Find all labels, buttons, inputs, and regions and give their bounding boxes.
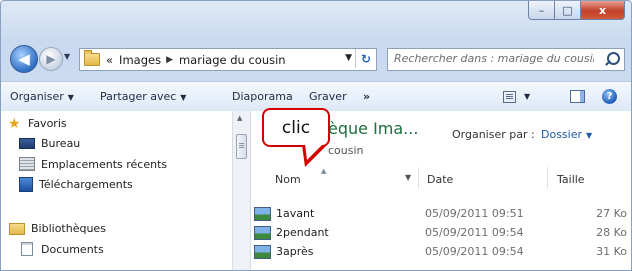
downloads-icon — [19, 177, 33, 192]
breadcrumb-images[interactable]: Images — [119, 53, 161, 67]
more-commands-button[interactable]: » — [363, 90, 370, 103]
slideshow-button[interactable]: Diaporama — [232, 90, 293, 103]
arrange-by-dropdown[interactable]: Dossier ▼ — [541, 128, 592, 141]
breadcrumb-current[interactable]: mariage du cousin — [179, 53, 286, 67]
nav-item-downloads[interactable]: Téléchargements — [19, 177, 133, 192]
nav-label: Emplacements récents — [41, 157, 168, 171]
recent-pages-dropdown[interactable]: ▼ — [64, 52, 70, 61]
file-date: 05/09/2011 09:54 — [425, 245, 524, 258]
nav-item-libraries[interactable]: Bibliothèques — [9, 222, 106, 235]
views-dropdown[interactable]: ▼ — [524, 92, 530, 101]
chevron-down-icon: ▼ — [586, 131, 593, 140]
recent-places-icon — [19, 157, 35, 171]
views-icon[interactable] — [503, 91, 516, 103]
libraries-icon — [9, 222, 25, 235]
image-file-icon — [254, 207, 271, 221]
nav-item-favorites[interactable]: ★ Favoris — [8, 115, 67, 132]
nav-item-recent[interactable]: Emplacements récents — [19, 157, 167, 171]
image-file-icon — [254, 245, 271, 259]
column-divider[interactable] — [547, 167, 548, 189]
help-icon[interactable]: ? — [602, 89, 617, 104]
file-size: 28 Ko — [596, 226, 627, 239]
file-size: 31 Ko — [596, 245, 627, 258]
file-size: 27 Ko — [596, 207, 627, 220]
share-button[interactable]: Partager avec ▼ — [100, 90, 186, 103]
pane-scrollbar[interactable]: ▲ — [232, 111, 251, 270]
address-bar[interactable]: « Images ▶ mariage du cousin ▼ ↻ — [79, 48, 377, 71]
nav-label: Bureau — [41, 137, 81, 150]
nav-label: Bibliothèques — [31, 222, 106, 235]
minimize-button[interactable]: – — [528, 1, 555, 20]
image-file-icon — [254, 226, 271, 240]
library-subtitle: cousin — [328, 144, 364, 157]
caption-buttons: – □ x — [528, 1, 625, 21]
click-callout: clic — [262, 108, 330, 147]
file-name: 1avant — [276, 207, 315, 220]
refresh-icon[interactable]: ↻ — [355, 49, 376, 68]
nav-label: Favoris — [28, 117, 67, 130]
file-name: 2pendant — [276, 226, 329, 239]
share-label: Partager avec — [100, 90, 177, 103]
address-dropdown[interactable]: ▼ — [345, 53, 352, 63]
search-box[interactable] — [387, 48, 625, 71]
star-icon: ★ — [8, 115, 21, 132]
nav-item-desktop[interactable]: Bureau — [19, 137, 80, 150]
library-title: èque Ima... — [328, 119, 419, 138]
chevron-down-icon: ▼ — [67, 93, 74, 102]
callout-pointer-fill — [305, 144, 323, 160]
nav-label: Documents — [41, 242, 104, 256]
file-date: 05/09/2011 09:51 — [425, 207, 524, 220]
arrange-by-label: Organiser par : — [452, 128, 535, 141]
breadcrumb-overflow[interactable]: « — [106, 53, 113, 67]
file-row[interactable]: 1avant 05/09/2011 09:51 27 Ko — [250, 204, 631, 223]
desktop-icon — [19, 138, 35, 149]
address-row: ◀ ▶ ▼ « Images ▶ mariage du cousin ▼ ↻ — [1, 41, 631, 75]
sort-ascending-icon: ▲ — [321, 167, 327, 175]
forward-arrow-icon[interactable]: ▶ — [39, 47, 63, 71]
column-header-size[interactable]: Taille — [557, 173, 585, 186]
organize-label: Organiser — [10, 90, 64, 103]
close-button[interactable]: x — [581, 1, 625, 20]
back-arrow-icon[interactable]: ◀ — [10, 45, 38, 73]
column-header-name[interactable]: Nom — [275, 173, 301, 186]
search-input[interactable] — [388, 49, 594, 68]
file-name: 3après — [276, 245, 314, 258]
navigation-pane: ★ Favoris Bureau Emplacements récents Té… — [1, 111, 232, 270]
burn-button[interactable]: Graver — [309, 90, 347, 103]
preview-pane-icon[interactable] — [570, 90, 585, 103]
maximize-button[interactable]: □ — [555, 1, 581, 20]
scroll-thumb[interactable] — [236, 134, 247, 159]
chevron-down-icon: ▼ — [180, 93, 187, 102]
nav-item-documents[interactable]: Documents — [19, 242, 104, 256]
breadcrumb-separator-icon[interactable]: ▶ — [166, 55, 173, 65]
arrange-by-value: Dossier — [541, 128, 583, 141]
documents-icon — [21, 242, 33, 256]
nav-label: Téléchargements — [39, 178, 133, 191]
scroll-up-icon[interactable]: ▲ — [237, 114, 242, 122]
file-row[interactable]: 2pendant 05/09/2011 09:54 28 Ko — [250, 223, 631, 242]
search-icon[interactable] — [607, 52, 620, 65]
column-filter-dropdown[interactable]: ▼ — [405, 173, 411, 182]
file-row[interactable]: 3après 05/09/2011 09:54 31 Ko — [250, 242, 631, 261]
column-header-date[interactable]: Date — [427, 173, 453, 186]
folder-icon — [84, 50, 100, 66]
organize-button[interactable]: Organiser ▼ — [10, 90, 74, 103]
file-date: 05/09/2011 09:54 — [425, 226, 524, 239]
column-divider[interactable] — [418, 167, 419, 189]
